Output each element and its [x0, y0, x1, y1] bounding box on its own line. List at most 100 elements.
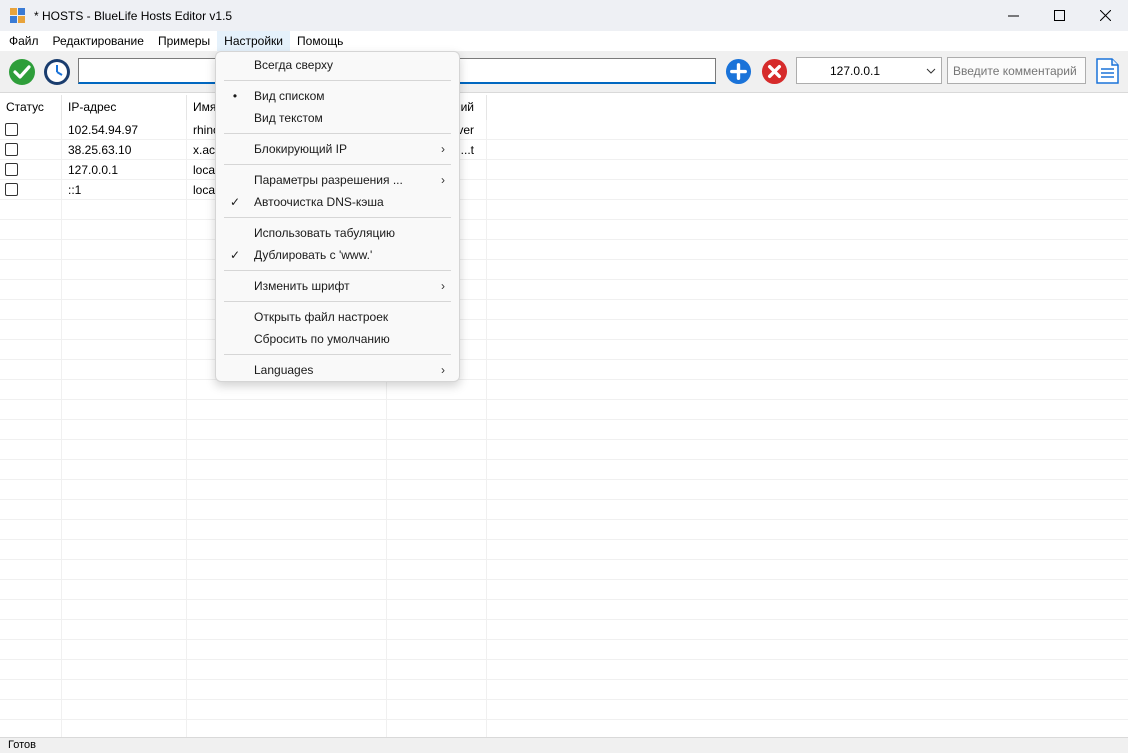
- settings-menu-item[interactable]: • Вид списком: [216, 85, 459, 107]
- menu-settings[interactable]: Настройки: [217, 31, 291, 51]
- checkmark-icon: ✓: [229, 195, 241, 209]
- settings-menu-label: Блокирующий IP: [254, 142, 347, 156]
- close-button[interactable]: [1082, 0, 1128, 31]
- settings-menu-item[interactable]: Использовать табуляцию: [216, 222, 459, 244]
- table-row: [0, 560, 1128, 580]
- settings-menu-item[interactable]: Всегда сверху: [216, 54, 459, 76]
- ip-cell: [62, 200, 187, 220]
- menu-examples[interactable]: Примеры: [151, 31, 217, 51]
- filler-cell: [487, 400, 1128, 420]
- ip-preset-value: 127.0.0.1: [829, 63, 881, 78]
- table-row: [0, 460, 1128, 480]
- status-cell: [0, 300, 62, 320]
- list-rows: 102.54.94.97 rhino ...ver 38.25.63.10 x.ac..…: [0, 120, 1128, 737]
- ip-preset-combo[interactable]: 127.0.0.1: [796, 57, 942, 84]
- table-row: [0, 720, 1128, 737]
- row-checkbox[interactable]: [5, 163, 18, 177]
- status-cell: [0, 240, 62, 260]
- status-cell: [0, 520, 62, 540]
- settings-menu-item[interactable]: Открыть файл настроек: [216, 306, 459, 328]
- status-cell: [0, 320, 62, 340]
- checkmark-icon: ✓: [229, 248, 241, 262]
- comment-cell: [387, 420, 487, 440]
- settings-menu-item[interactable]: Сбросить по умолчанию: [216, 328, 459, 350]
- ip-cell: [62, 440, 187, 460]
- status-cell: [0, 720, 62, 737]
- settings-menu-item[interactable]: ✓ Автоочистка DNS-кэша: [216, 191, 459, 213]
- status-cell: [0, 160, 62, 180]
- settings-menu-item[interactable]: Languages ›: [216, 359, 459, 381]
- table-row[interactable]: 102.54.94.97 rhino ...ver: [0, 120, 1128, 140]
- name-cell: [187, 420, 387, 440]
- window-title: * HOSTS - BlueLife Hosts Editor v1.5: [34, 8, 233, 23]
- menu-help[interactable]: Помощь: [290, 31, 350, 51]
- status-cell: [0, 220, 62, 240]
- chevron-right-icon: ›: [441, 142, 445, 156]
- comment-cell: [387, 440, 487, 460]
- filler-cell: [487, 180, 1128, 200]
- settings-menu-label: Использовать табуляцию: [254, 226, 396, 240]
- settings-menu-label: Всегда сверху: [254, 58, 333, 72]
- filler-cell: [487, 660, 1128, 680]
- table-row[interactable]: ::1 loca: [0, 180, 1128, 200]
- name-cell: [187, 520, 387, 540]
- table-row: [0, 420, 1128, 440]
- row-checkbox[interactable]: [5, 183, 18, 197]
- filler-cell: [487, 200, 1128, 220]
- table-row[interactable]: 127.0.0.1 loca: [0, 160, 1128, 180]
- row-checkbox[interactable]: [5, 143, 18, 157]
- status-cell: [0, 460, 62, 480]
- filler-cell: [487, 600, 1128, 620]
- filler-cell: [487, 640, 1128, 660]
- menu-separator: [224, 164, 451, 165]
- menu-edit[interactable]: Редактирование: [46, 31, 151, 51]
- chevron-right-icon: ›: [441, 173, 445, 187]
- row-checkbox[interactable]: [5, 123, 18, 137]
- status-text: Готов: [8, 739, 36, 751]
- filler-cell: [487, 580, 1128, 600]
- hosts-list[interactable]: Статус IP-адрес Имя ...ий 102.54.94.97 rh…: [0, 95, 1128, 737]
- menu-separator: [224, 133, 451, 134]
- title-bar: * HOSTS - BlueLife Hosts Editor v1.5: [0, 0, 1128, 31]
- delete-x-icon[interactable]: [761, 58, 788, 85]
- column-status[interactable]: Статус: [0, 95, 62, 120]
- comment-cell: [387, 400, 487, 420]
- settings-menu-item[interactable]: Вид текстом: [216, 107, 459, 129]
- settings-menu-label: Вид текстом: [254, 111, 323, 125]
- filler-cell: [487, 620, 1128, 640]
- minimize-button[interactable]: [990, 0, 1036, 31]
- status-cell: [0, 380, 62, 400]
- table-row: [0, 340, 1128, 360]
- column-ip[interactable]: IP-адрес: [62, 95, 187, 120]
- chevron-right-icon: ›: [441, 363, 445, 377]
- comment-cell: [387, 660, 487, 680]
- table-row: [0, 440, 1128, 460]
- settings-menu-item[interactable]: Блокирующий IP ›: [216, 138, 459, 160]
- settings-menu-item[interactable]: Параметры разрешения ... ›: [216, 169, 459, 191]
- name-cell: [187, 620, 387, 640]
- apply-check-icon[interactable]: [8, 58, 36, 86]
- settings-menu-label: Открыть файл настроек: [254, 310, 389, 324]
- ip-cell: [62, 340, 187, 360]
- ip-cell: [62, 300, 187, 320]
- name-cell: [187, 540, 387, 560]
- settings-menu-label: Вид списком: [254, 89, 325, 103]
- settings-menu-label: Сбросить по умолчанию: [254, 332, 390, 346]
- notepad-icon[interactable]: [1093, 57, 1121, 85]
- comment-input[interactable]: [947, 57, 1086, 84]
- filler-cell: [487, 320, 1128, 340]
- filler-cell: [487, 240, 1128, 260]
- maximize-button[interactable]: [1036, 0, 1082, 31]
- settings-menu-label: Изменить шрифт: [254, 279, 350, 293]
- menu-separator: [224, 270, 451, 271]
- table-row: [0, 540, 1128, 560]
- menu-file[interactable]: Файл: [2, 31, 46, 51]
- table-row[interactable]: 38.25.63.10 x.ac ...t: [0, 140, 1128, 160]
- settings-menu-item[interactable]: Изменить шрифт ›: [216, 275, 459, 297]
- column-empty: [487, 95, 1128, 120]
- backup-clock-icon[interactable]: [43, 58, 71, 86]
- name-cell: [187, 440, 387, 460]
- add-plus-icon[interactable]: [725, 58, 752, 85]
- settings-menu-item[interactable]: ✓ Дублировать с 'www.': [216, 244, 459, 266]
- ip-cell: [62, 720, 187, 737]
